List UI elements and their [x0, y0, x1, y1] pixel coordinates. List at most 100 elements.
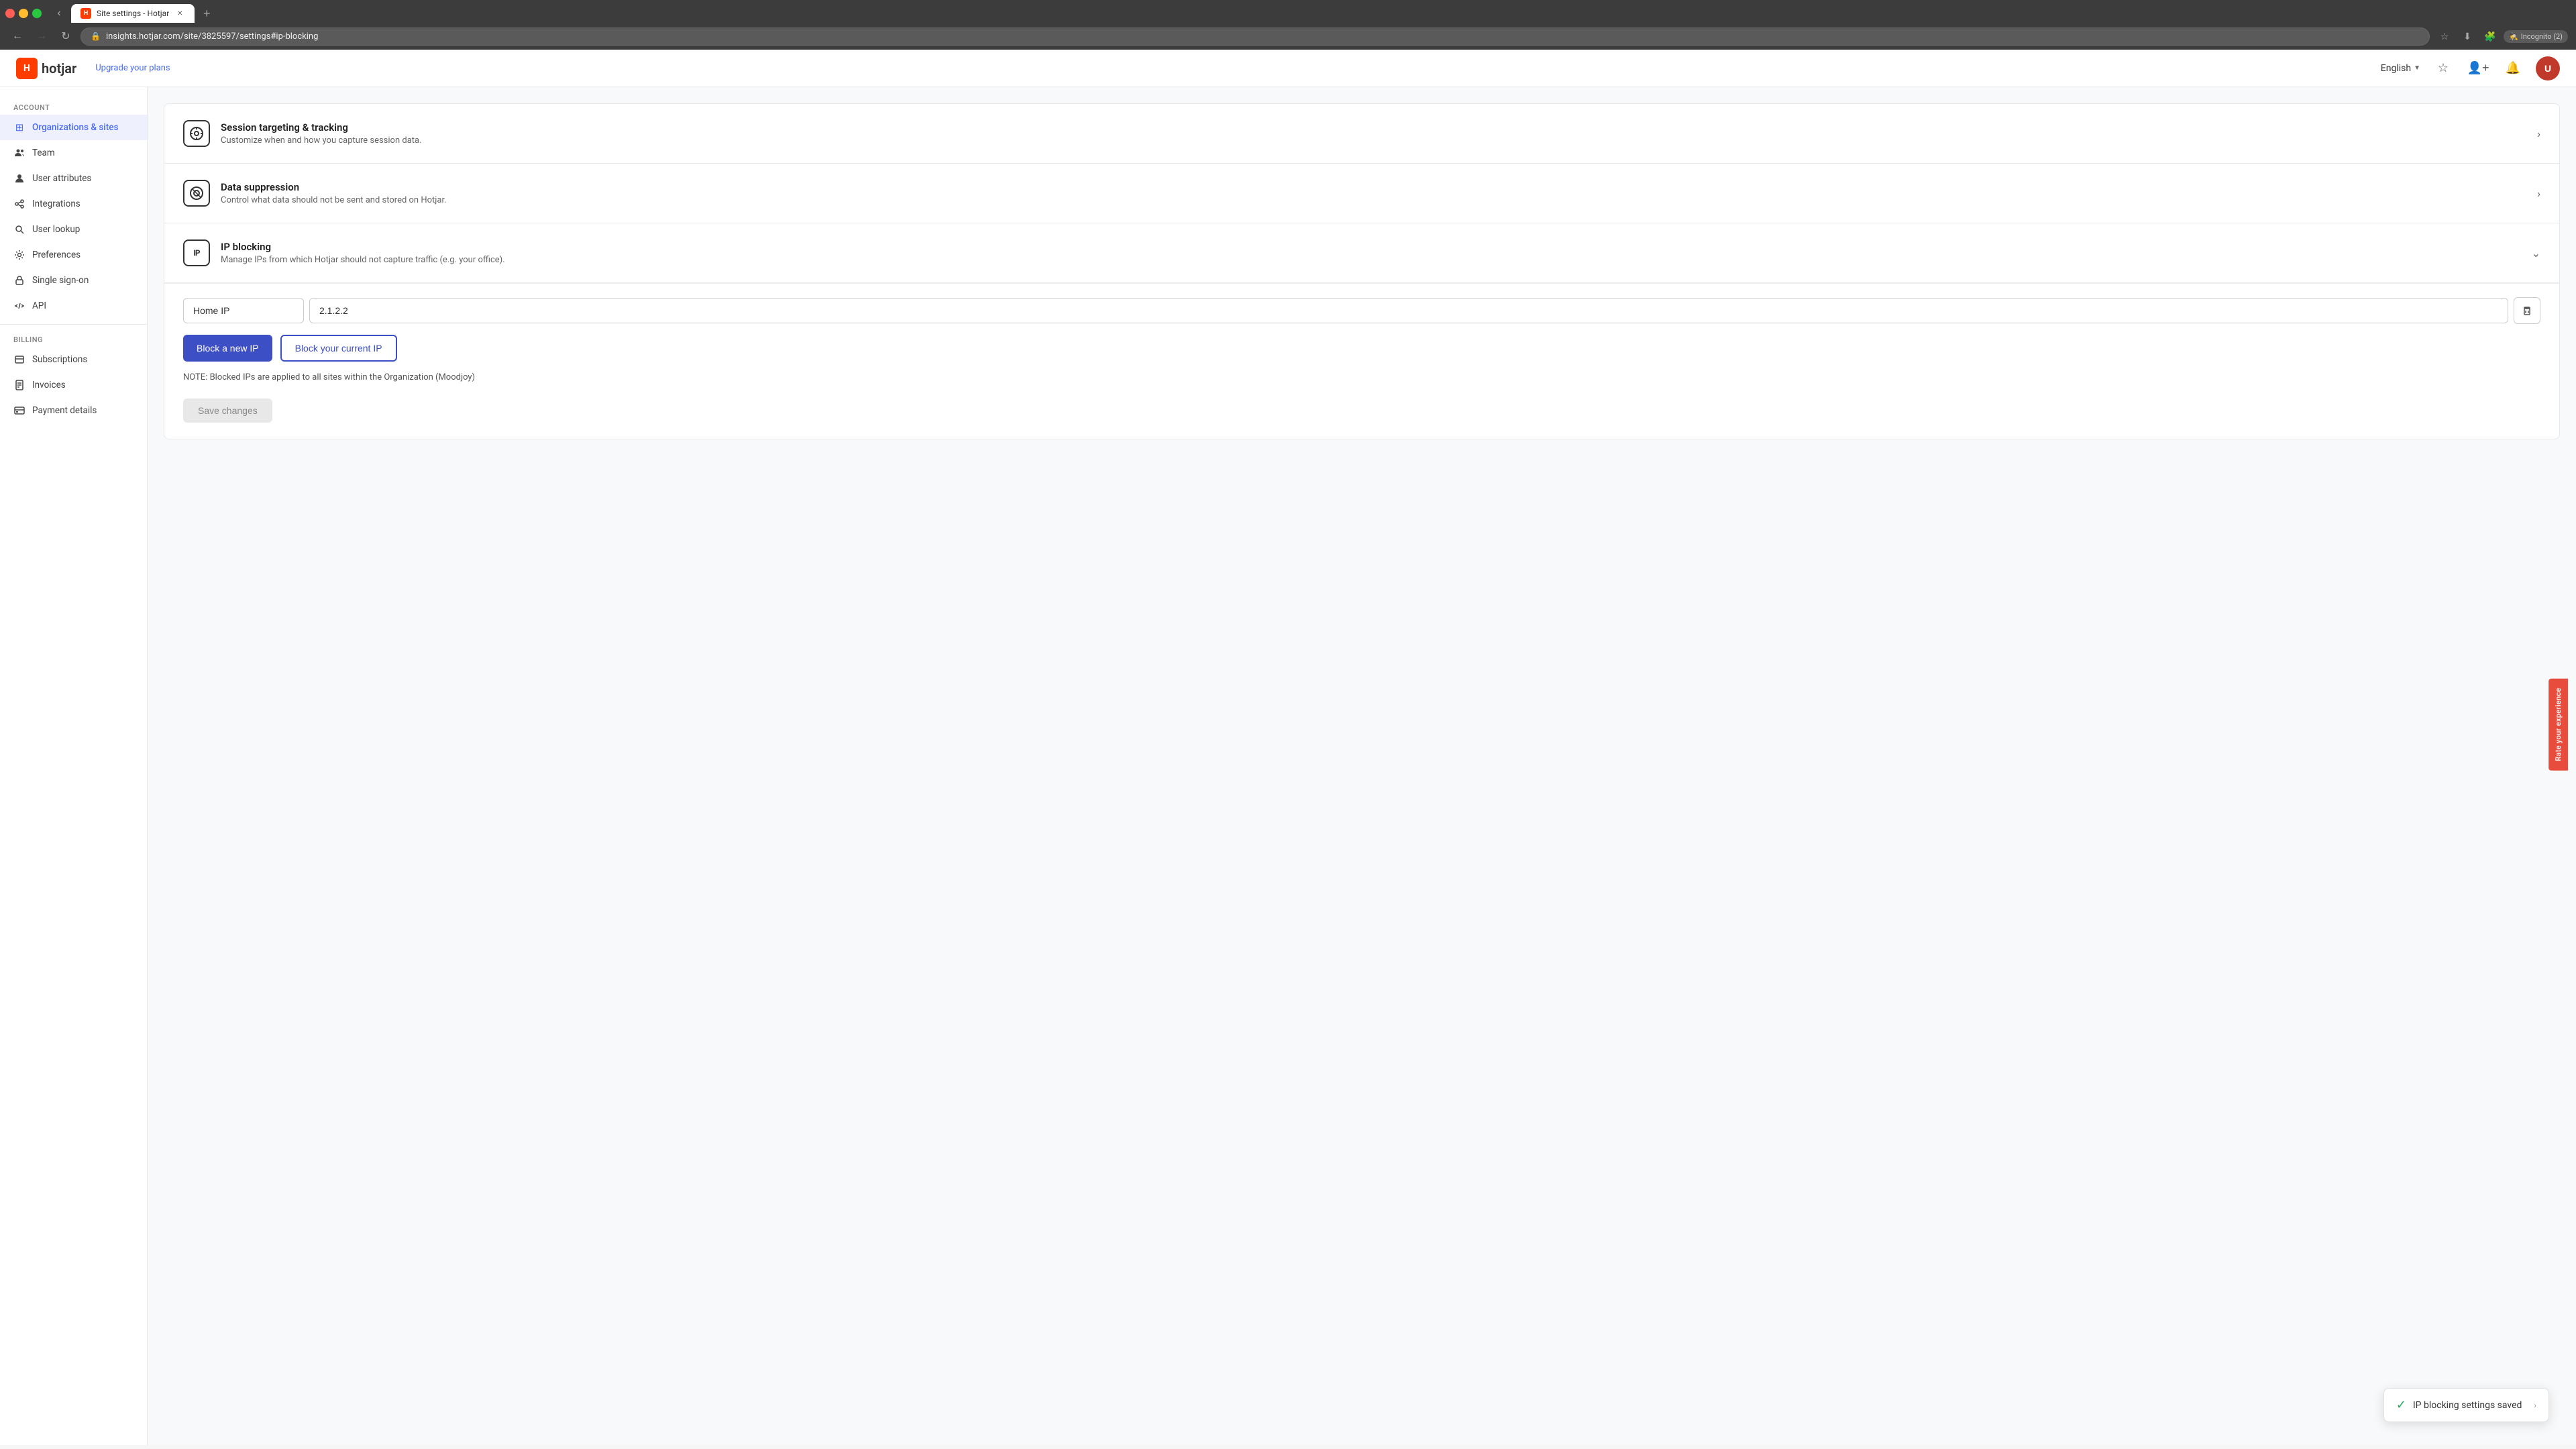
browser-tab-bar: ‹ H Site settings - Hotjar ✕ + — [0, 0, 2576, 23]
sidebar-item-label-team: Team — [32, 148, 55, 158]
ip-blocking-expanded: Block a new IP Block your current IP NOT… — [164, 283, 2559, 439]
api-icon — [13, 300, 25, 312]
user-avatar-button[interactable]: U — [2536, 56, 2560, 80]
ip-blocking-info: IP blocking Manage IPs from which Hotjar… — [221, 241, 505, 265]
reload-button[interactable]: ↻ — [56, 27, 75, 46]
save-changes-button[interactable]: Save changes — [183, 398, 272, 423]
upgrade-link[interactable]: Upgrade your plans — [95, 63, 170, 73]
sidebar-item-label-subscriptions: Subscriptions — [32, 354, 87, 365]
close-window-button[interactable] — [5, 9, 15, 18]
data-suppression-icon — [183, 180, 210, 207]
incognito-count: Incognito (2) — [2521, 32, 2563, 41]
data-suppression-description: Control what data should not be sent and… — [221, 195, 447, 205]
data-suppression-info: Data suppression Control what data shoul… — [221, 181, 447, 205]
toast-check-icon: ✓ — [2396, 1398, 2406, 1412]
lang-chevron-icon: ▼ — [2414, 64, 2420, 72]
toast-notification: ✓ IP blocking settings saved › — [2383, 1388, 2549, 1422]
lang-label: English — [2381, 63, 2411, 74]
tab-close-button[interactable]: ✕ — [174, 8, 185, 19]
bookmark-button[interactable]: ☆ — [2435, 27, 2454, 46]
maximize-window-button[interactable] — [32, 9, 42, 18]
data-suppression-section[interactable]: Data suppression Control what data shoul… — [164, 164, 2559, 223]
session-targeting-description: Customize when and how you capture sessi… — [221, 136, 422, 146]
session-targeting-icon — [183, 120, 210, 147]
sidebar-item-label-organizations-sites: Organizations & sites — [32, 122, 118, 133]
incognito-icon: 🕵 — [2509, 32, 2518, 41]
session-targeting-arrow-icon: › — [2537, 127, 2540, 140]
sidebar-item-organizations-sites[interactable]: ⊞ Organizations & sites — [0, 115, 147, 140]
window-controls — [5, 9, 42, 18]
preferences-icon — [13, 249, 25, 261]
session-targeting-info: Session targeting & tracking Customize w… — [221, 121, 422, 146]
sidebar-item-label-single-sign-on: Single sign-on — [32, 275, 89, 286]
data-suppression-left: Data suppression Control what data shoul… — [183, 180, 447, 207]
ip-blocking-chevron-icon: ⌄ — [2532, 247, 2540, 260]
sidebar-item-integrations[interactable]: Integrations — [0, 191, 147, 217]
block-new-ip-button[interactable]: Block a new IP — [183, 335, 272, 362]
url-text: insights.hotjar.com/site/3825597/setting… — [106, 32, 2420, 42]
tab-favicon: H — [80, 8, 91, 19]
extensions-button[interactable]: 🧩 — [2481, 27, 2500, 46]
block-current-ip-button[interactable]: Block your current IP — [280, 335, 397, 362]
address-bar[interactable]: 🔒 insights.hotjar.com/site/3825597/setti… — [80, 28, 2430, 46]
lock-icon: 🔒 — [91, 32, 101, 41]
browser-tab-active[interactable]: H Site settings - Hotjar ✕ — [71, 4, 195, 23]
browser-toolbar: ← → ↻ 🔒 insights.hotjar.com/site/3825597… — [0, 23, 2576, 50]
user-attributes-icon — [13, 172, 25, 184]
sidebar-item-label-integrations: Integrations — [32, 199, 80, 209]
account-section-label: Account — [0, 98, 147, 115]
ip-blocking-left: IP IP blocking Manage IPs from which Hot… — [183, 239, 505, 266]
sidebar: Account ⊞ Organizations & sites Team Use… — [0, 87, 148, 1445]
sidebar-item-label-preferences: Preferences — [32, 250, 80, 260]
ip-name-input[interactable] — [183, 298, 304, 323]
ip-blocking-section-header[interactable]: IP IP blocking Manage IPs from which Hot… — [164, 223, 2559, 283]
sidebar-item-single-sign-on[interactable]: Single sign-on — [0, 268, 147, 293]
back-button[interactable]: ← — [8, 27, 27, 46]
sidebar-item-label-api: API — [32, 301, 46, 311]
sidebar-item-api[interactable]: API — [0, 293, 147, 319]
tab-back-button[interactable]: ‹ — [50, 4, 68, 23]
tab-title: Site settings - Hotjar — [97, 9, 169, 18]
toolbar-actions: ☆ ⬇ 🧩 🕵 Incognito (2) — [2435, 27, 2568, 46]
person-add-nav-button[interactable]: 👤+ — [2466, 56, 2490, 80]
rate-experience-tab[interactable]: Rate your experience — [2548, 678, 2568, 770]
sidebar-item-invoices[interactable]: Invoices — [0, 372, 147, 398]
new-tab-button[interactable]: + — [197, 4, 216, 23]
billing-section-label: Billing — [0, 330, 147, 347]
toast-chevron-icon[interactable]: › — [2534, 1401, 2536, 1410]
sidebar-item-user-lookup[interactable]: User lookup — [0, 217, 147, 242]
subscriptions-icon — [13, 354, 25, 366]
sidebar-item-subscriptions[interactable]: Subscriptions — [0, 347, 147, 372]
sidebar-item-label-invoices: Invoices — [32, 380, 66, 390]
ip-blocking-icon: IP — [183, 239, 210, 266]
sidebar-item-team[interactable]: Team — [0, 140, 147, 166]
language-selector[interactable]: English ▼ — [2381, 63, 2420, 74]
incognito-badge: 🕵 Incognito (2) — [2504, 30, 2568, 43]
logo-icon: H — [16, 58, 38, 79]
session-targeting-title: Session targeting & tracking — [221, 121, 422, 133]
top-nav: H hotjar Upgrade your plans English ▼ ☆ … — [0, 50, 2576, 87]
download-button[interactable]: ⬇ — [2458, 27, 2477, 46]
sidebar-item-user-attributes[interactable]: User attributes — [0, 166, 147, 191]
user-lookup-icon — [13, 223, 25, 235]
session-targeting-left: Session targeting & tracking Customize w… — [183, 120, 422, 147]
sidebar-item-payment-details[interactable]: Payment details — [0, 398, 147, 423]
single-sign-on-icon — [13, 274, 25, 286]
integrations-icon — [13, 198, 25, 210]
ip-actions: Block a new IP Block your current IP — [183, 335, 2540, 362]
ip-blocking-title: IP blocking — [221, 241, 505, 253]
logo-text: hotjar — [42, 60, 76, 76]
sidebar-item-preferences[interactable]: Preferences — [0, 242, 147, 268]
star-nav-button[interactable]: ☆ — [2431, 56, 2455, 80]
data-suppression-title: Data suppression — [221, 181, 447, 193]
main-layout: Account ⊞ Organizations & sites Team Use… — [0, 87, 2576, 1445]
session-targeting-section[interactable]: Session targeting & tracking Customize w… — [164, 104, 2559, 164]
delete-ip-button[interactable] — [2514, 297, 2540, 324]
ip-value-input[interactable] — [309, 298, 2508, 323]
alert-nav-button[interactable]: 🔔 — [2501, 56, 2525, 80]
sidebar-divider — [0, 324, 147, 325]
minimize-window-button[interactable] — [19, 9, 28, 18]
settings-card: Session targeting & tracking Customize w… — [164, 103, 2560, 439]
forward-button[interactable]: → — [32, 27, 51, 46]
payment-details-icon — [13, 405, 25, 417]
